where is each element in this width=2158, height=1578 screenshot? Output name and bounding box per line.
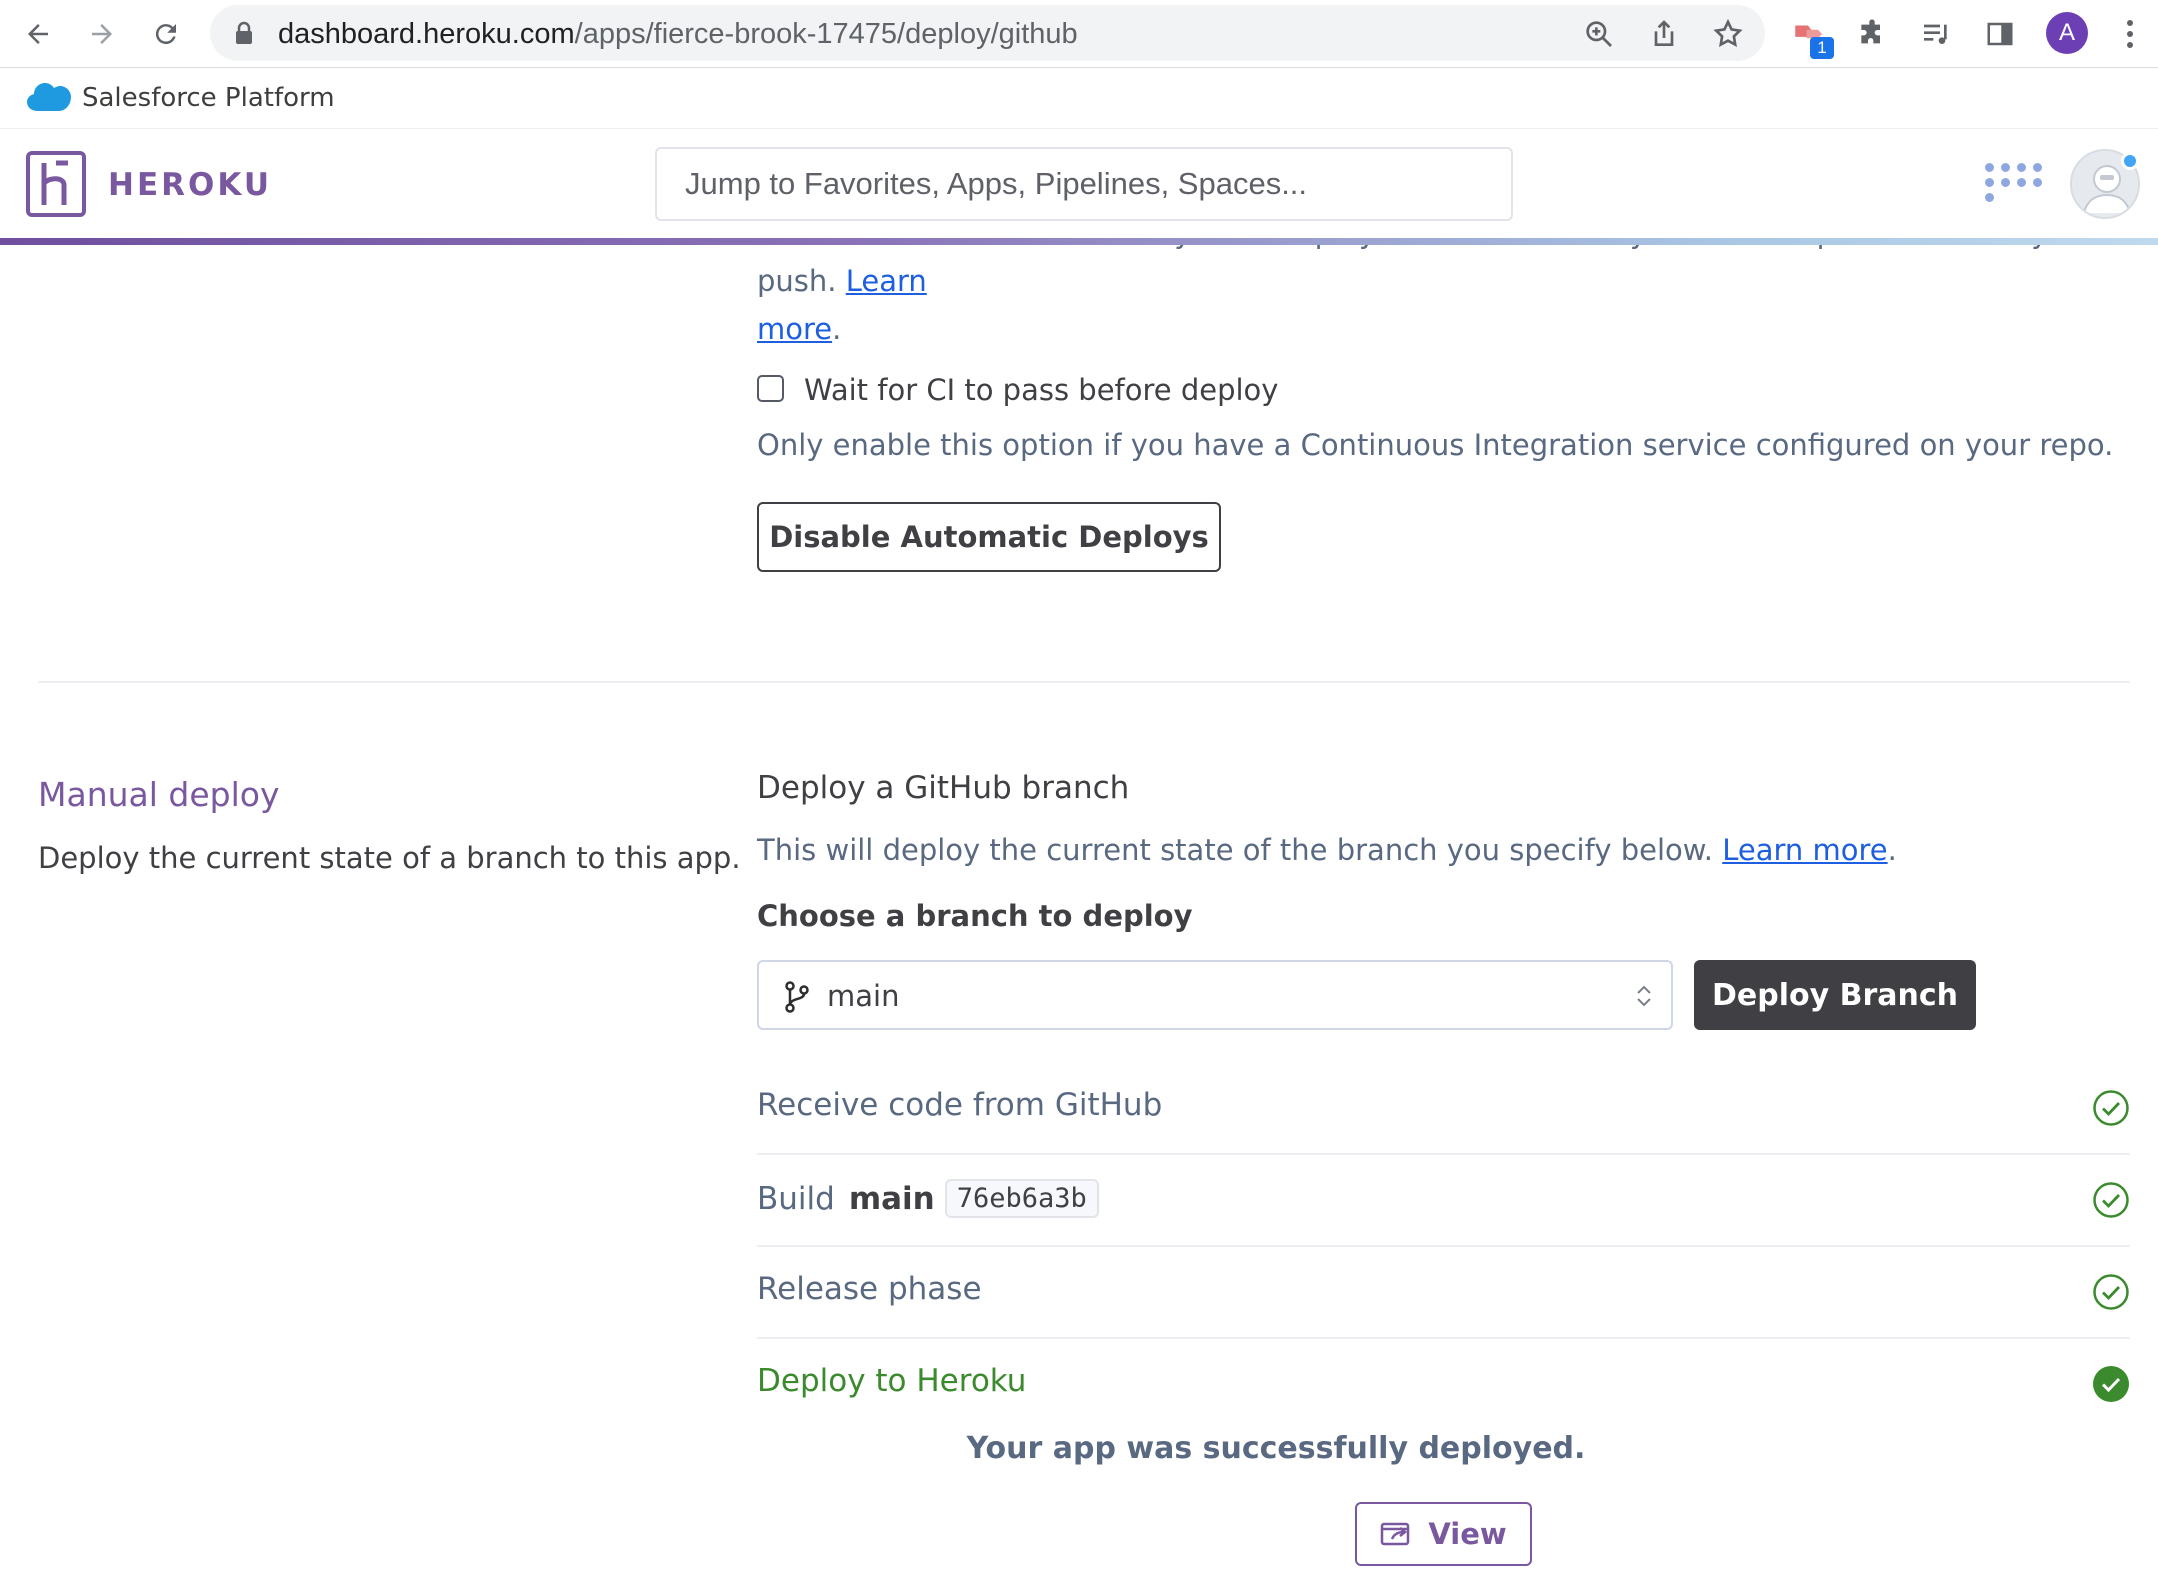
puzzle-extensions-icon[interactable]	[1854, 16, 1890, 52]
heroku-header: HEROKU	[0, 130, 2158, 240]
step-label: Receive code from GitHub	[757, 1087, 1163, 1123]
view-button-label: View	[1428, 1517, 1507, 1551]
platform-bar: Salesforce Platform	[0, 69, 2158, 129]
address-bar[interactable]: dashboard.heroku.com/apps/fierce-brook-1…	[210, 5, 1765, 61]
browser-profile-avatar[interactable]: A	[2046, 12, 2088, 54]
manual-deploy-description: Deploy the current state of a branch to …	[38, 841, 741, 875]
step-build: Build main 76eb6a3b	[757, 1155, 2130, 1247]
git-branch-icon	[783, 980, 811, 1014]
commit-sha[interactable]: 76eb6a3b	[944, 1179, 1099, 1218]
salesforce-cloud-icon	[26, 81, 72, 113]
notification-dot	[2121, 152, 2139, 170]
auto-deploy-description: this branch in GitHub is always in a dep…	[757, 245, 2084, 346]
main-content: this branch in GitHub is always in a dep…	[0, 245, 2158, 1578]
external-link-icon	[1381, 1522, 1410, 1546]
disable-automatic-deploys-button[interactable]: Disable Automatic Deploys	[757, 502, 1221, 572]
step-label: Release phase	[757, 1271, 982, 1307]
extension-badge: 1	[1810, 37, 1834, 59]
branch-select[interactable]: main	[757, 960, 1673, 1030]
platform-label: Salesforce Platform	[82, 83, 335, 113]
step-deploy-to-heroku: Deploy to Heroku	[757, 1339, 2130, 1431]
step-receive-code: Receive code from GitHub	[757, 1063, 2130, 1155]
check-circle-icon	[2092, 1089, 2130, 1127]
reload-button[interactable]	[144, 12, 188, 56]
media-queue-icon[interactable]	[1918, 16, 1954, 52]
step-release-phase: Release phase	[757, 1247, 2130, 1339]
choose-branch-label: Choose a branch to deploy	[757, 899, 1193, 933]
side-panel-icon[interactable]	[1982, 16, 2018, 52]
back-arrow-icon	[28, 24, 48, 44]
ci-checkbox-row[interactable]	[757, 375, 784, 402]
deploy-success-message: Your app was successfully deployed.	[966, 1431, 1586, 1466]
browser-menu-icon[interactable]	[2112, 16, 2148, 52]
reload-icon	[155, 24, 176, 45]
bookmark-star-icon[interactable]	[1712, 18, 1744, 50]
deploy-branch-button[interactable]: Deploy Branch	[1694, 960, 1976, 1030]
ci-help-text: Only enable this option if you have a Co…	[757, 428, 2114, 462]
build-branch-name: main	[848, 1180, 935, 1217]
browser-toolbar: dashboard.heroku.com/apps/fierce-brook-1…	[0, 0, 2158, 68]
check-circle-icon	[2092, 1273, 2130, 1311]
search-input[interactable]	[655, 147, 1513, 221]
manual-deploy-title: Manual deploy	[38, 775, 280, 814]
select-arrows-icon	[1635, 984, 1653, 1008]
forward-button[interactable]	[80, 12, 124, 56]
deploy-help-text: This will deploy the current state of th…	[757, 833, 1897, 867]
wait-for-ci-label[interactable]: Wait for CI to pass before deploy	[804, 373, 1278, 407]
view-app-button[interactable]: View	[1355, 1502, 1532, 1566]
url-text: dashboard.heroku.com/apps/fierce-brook-1…	[278, 18, 1078, 50]
heroku-wordmark: HEROKU	[108, 167, 272, 203]
deploy-github-branch-heading: Deploy a GitHub branch	[757, 770, 1130, 806]
back-button[interactable]	[16, 12, 60, 56]
branch-select-value: main	[827, 979, 900, 1013]
section-divider	[38, 681, 2130, 683]
heroku-logo-icon[interactable]	[26, 151, 86, 217]
learn-more-link-2[interactable]: Learn more	[1722, 833, 1887, 867]
apps-grid-icon[interactable]	[1985, 163, 2043, 202]
step-label: Deploy to Heroku	[757, 1363, 1027, 1399]
zoom-icon[interactable]	[1583, 18, 1615, 50]
check-circle-filled-icon	[2092, 1365, 2130, 1403]
forward-arrow-icon	[92, 24, 112, 44]
share-icon[interactable]	[1648, 18, 1680, 50]
step-label: Build main 76eb6a3b	[757, 1179, 1099, 1218]
check-circle-icon	[2092, 1181, 2130, 1219]
wait-for-ci-checkbox[interactable]	[757, 375, 784, 402]
lock-icon	[234, 21, 254, 45]
header-accent-line	[0, 238, 2158, 245]
